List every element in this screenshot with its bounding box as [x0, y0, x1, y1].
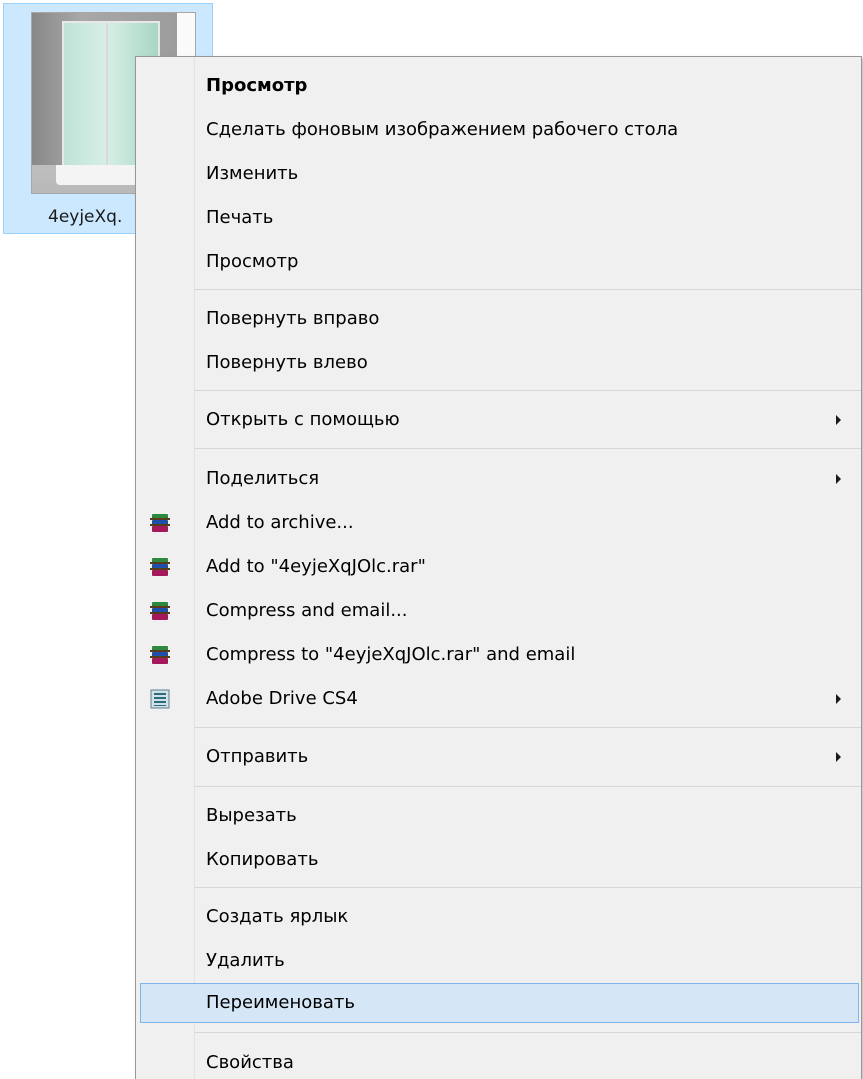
menu-item-open-with[interactable]: Открыть с помощью	[136, 398, 861, 442]
menu-item-edit[interactable]: Изменить	[136, 152, 861, 196]
menu-item-add-to-archive[interactable]: Add to archive...	[136, 501, 861, 545]
menu-item-label: Сделать фоновым изображением рабочего ст…	[206, 119, 679, 140]
menu-separator	[195, 786, 861, 787]
menu-item-adobe-drive[interactable]: Adobe Drive CS4	[136, 677, 861, 721]
menu-item-properties[interactable]: Свойства	[136, 1041, 861, 1079]
desktop: 4eyjeXq. Просмотр Сделать фоновым изобра…	[0, 0, 863, 1079]
menu-item-label: Просмотр	[206, 75, 308, 96]
menu-item-label: Adobe Drive CS4	[206, 688, 358, 709]
menu-separator	[195, 448, 861, 449]
winrar-icon	[150, 558, 170, 576]
menu-item-add-to-rar[interactable]: Add to "4eyjeXqJOlc.rar"	[136, 545, 861, 589]
menu-item-label: Compress to "4eyjeXqJOlc.rar" and email	[206, 644, 576, 665]
winrar-icon	[150, 602, 170, 620]
menu-item-delete[interactable]: Удалить	[136, 939, 861, 983]
menu-item-label: Свойства	[206, 1052, 294, 1073]
menu-separator	[195, 727, 861, 728]
menu-item-set-desktop-background[interactable]: Сделать фоновым изображением рабочего ст…	[136, 108, 861, 152]
menu-item-cut[interactable]: Вырезать	[136, 794, 861, 838]
menu-item-preview[interactable]: Просмотр	[136, 240, 861, 284]
file-name-label: 4eyjeXq.	[48, 207, 123, 227]
menu-item-rotate-right[interactable]: Повернуть вправо	[136, 297, 861, 341]
menu-separator	[195, 887, 861, 888]
submenu-arrow-icon	[836, 752, 841, 762]
context-menu: Просмотр Сделать фоновым изображением ра…	[135, 56, 862, 1079]
menu-item-label: Создать ярлык	[206, 906, 349, 927]
menu-item-label: Поделиться	[206, 468, 320, 489]
submenu-arrow-icon	[836, 694, 841, 704]
winrar-icon	[150, 646, 170, 664]
menu-separator	[195, 390, 861, 391]
menu-separator	[195, 1032, 861, 1033]
menu-item-label: Повернуть влево	[206, 352, 368, 373]
menu-item-label: Печать	[206, 207, 274, 228]
menu-separator	[195, 289, 861, 290]
menu-item-label: Вырезать	[206, 805, 297, 826]
menu-item-share[interactable]: Поделиться	[136, 457, 861, 501]
menu-item-label: Просмотр	[206, 251, 299, 272]
menu-item-preview-default[interactable]: Просмотр	[136, 64, 861, 108]
submenu-arrow-icon	[836, 474, 841, 484]
menu-item-label: Изменить	[206, 163, 299, 184]
menu-item-copy[interactable]: Копировать	[136, 838, 861, 882]
menu-item-label: Compress and email...	[206, 600, 408, 621]
menu-item-send-to[interactable]: Отправить	[136, 735, 861, 779]
menu-item-label: Add to archive...	[206, 512, 354, 533]
menu-item-rotate-left[interactable]: Повернуть влево	[136, 341, 861, 385]
menu-item-compress-to-rar-and-email[interactable]: Compress to "4eyjeXqJOlc.rar" and email	[136, 633, 861, 677]
adobe-drive-icon	[150, 689, 170, 709]
menu-item-compress-and-email[interactable]: Compress and email...	[136, 589, 861, 633]
submenu-arrow-icon	[836, 415, 841, 425]
menu-item-label: Повернуть вправо	[206, 308, 380, 329]
menu-item-label: Переименовать	[206, 992, 355, 1013]
menu-item-print[interactable]: Печать	[136, 196, 861, 240]
menu-item-rename[interactable]: Переименовать	[136, 981, 861, 1025]
winrar-icon	[150, 514, 170, 532]
menu-item-label: Add to "4eyjeXqJOlc.rar"	[206, 556, 426, 577]
menu-item-label: Отправить	[206, 746, 309, 767]
menu-item-label: Копировать	[206, 849, 319, 870]
menu-item-label: Удалить	[206, 950, 285, 971]
menu-item-create-shortcut[interactable]: Создать ярлык	[136, 895, 861, 939]
menu-item-label: Открыть с помощью	[206, 409, 400, 430]
